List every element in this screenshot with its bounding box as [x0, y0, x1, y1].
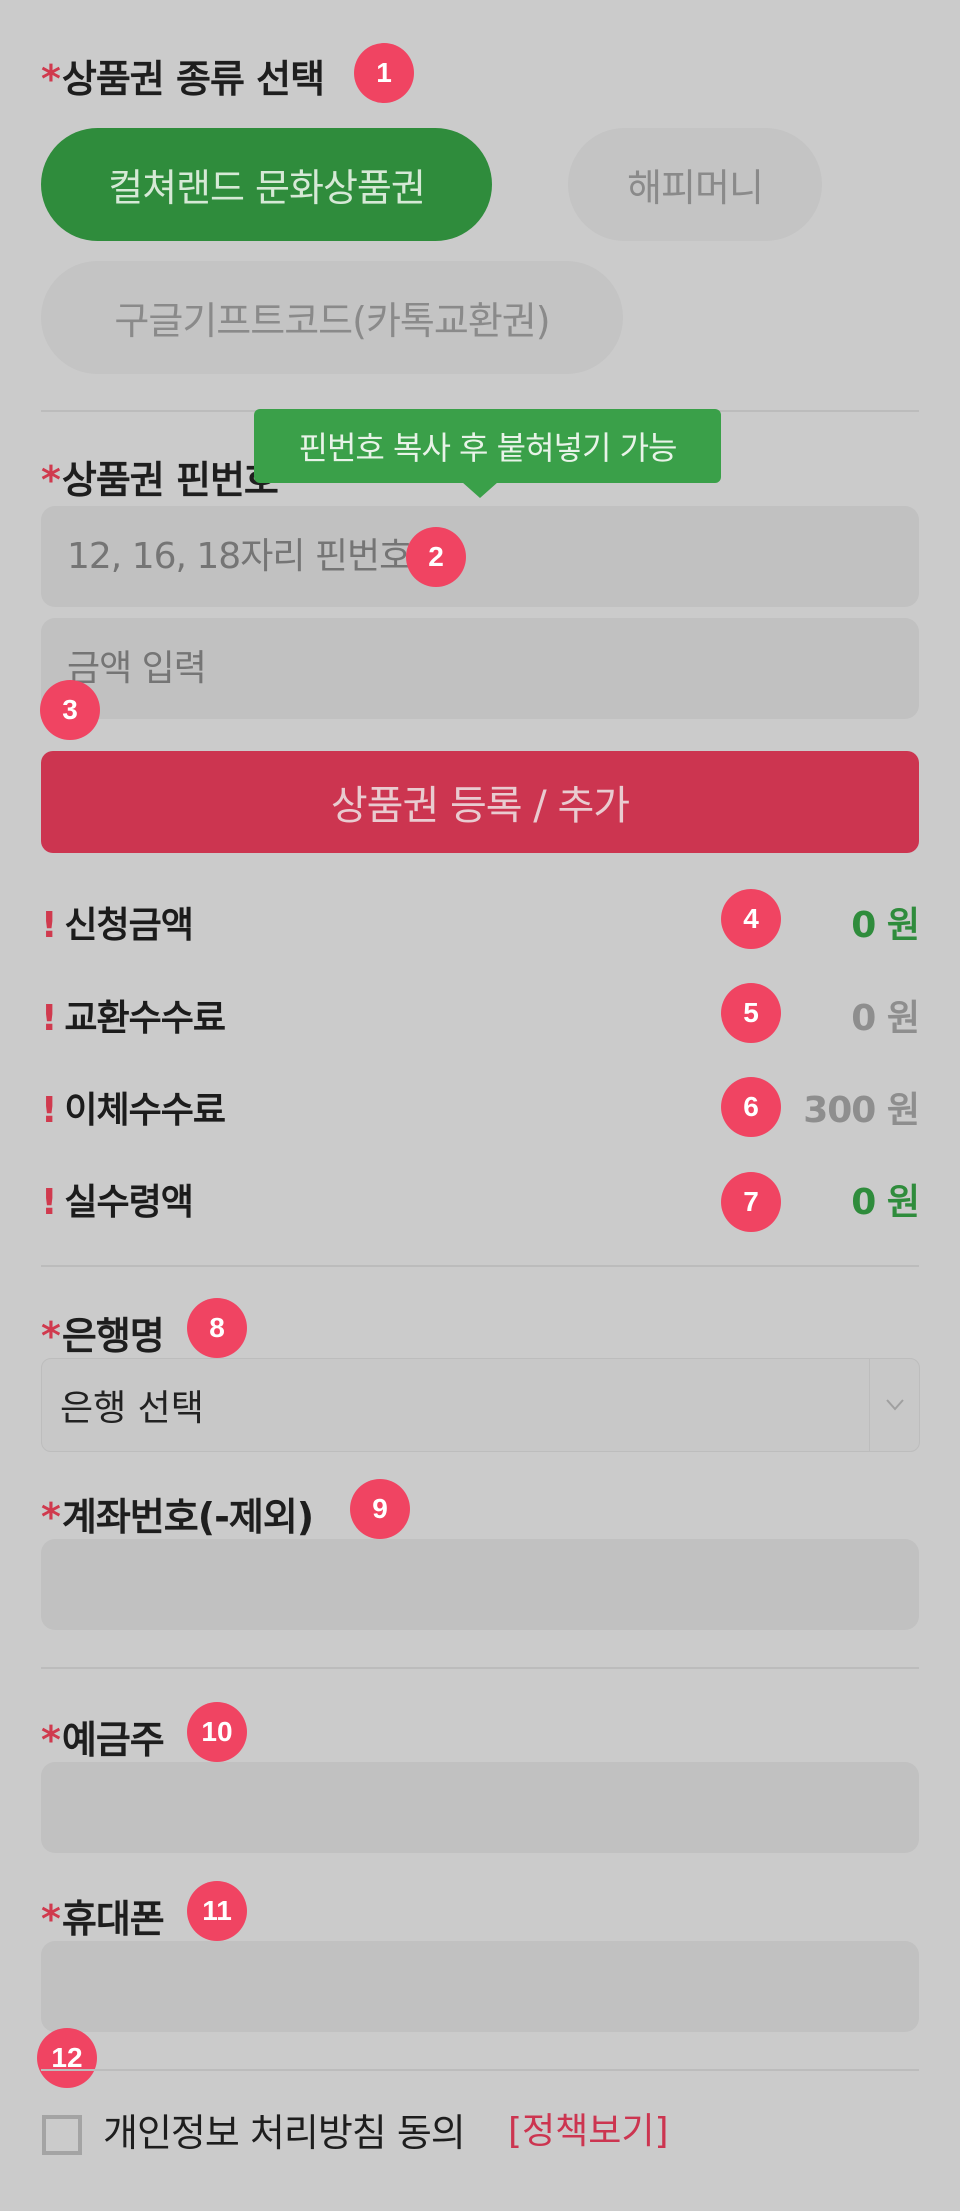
summary-value-request: 0 원	[851, 905, 920, 946]
holder-label: *예금주	[41, 1718, 165, 1762]
annotation-badge-8: 8	[187, 1298, 247, 1358]
option-happymoney[interactable]: 해피머니	[568, 128, 822, 241]
annotation-badge-6: 6	[721, 1077, 781, 1137]
privacy-agree-checkbox[interactable]	[42, 2115, 82, 2155]
annotation-badge-3: 3	[40, 680, 100, 740]
summary-label-net-amount: ! 실수령액	[41, 1182, 194, 1223]
pin-label: *상품권 핀번호	[41, 458, 279, 502]
summary-value-net-amount: 0 원	[851, 1182, 920, 1223]
chevron-down-icon[interactable]	[869, 1359, 919, 1451]
annotation-badge-11: 11	[187, 1881, 247, 1941]
register-voucher-button[interactable]: 상품권 등록 / 추가	[41, 751, 919, 853]
annotation-badge-1: 1	[354, 43, 414, 103]
holder-field[interactable]	[41, 1762, 919, 1853]
summary-value-transfer-fee: 300 원	[803, 1090, 920, 1131]
annotation-badge-12: 12	[37, 2028, 97, 2088]
annotation-badge-10: 10	[187, 1702, 247, 1762]
annotation-badge-9: 9	[350, 1479, 410, 1539]
summary-label-transfer-fee: ! 이체수수료	[41, 1090, 226, 1131]
pin-field[interactable]	[41, 506, 919, 607]
bank-select[interactable]: 은행 선택	[41, 1358, 920, 1452]
policy-view-link[interactable]: [정책보기]	[508, 2102, 669, 2154]
account-input[interactable]	[41, 1539, 919, 1630]
phone-label: *휴대폰	[41, 1897, 165, 1941]
phone-field[interactable]	[41, 1941, 919, 2032]
pin-input[interactable]	[41, 506, 919, 607]
amount-input[interactable]	[41, 618, 919, 719]
amount-field[interactable]	[41, 618, 919, 719]
annotation-badge-5: 5	[721, 983, 781, 1043]
annotation-badge-2: 2	[406, 527, 466, 587]
divider	[41, 1265, 919, 1267]
holder-input[interactable]	[41, 1762, 919, 1853]
privacy-agree-label[interactable]: 개인정보 처리방침 동의	[103, 2102, 466, 2157]
summary-label-request: ! 신청금액	[41, 905, 194, 946]
divider	[41, 1667, 919, 1669]
tooltip-arrow	[462, 482, 498, 498]
option-google-giftcode[interactable]: 구글기프트코드(카톡교환권)	[41, 261, 623, 374]
bank-label: *은행명	[41, 1314, 165, 1358]
phone-input[interactable]	[41, 1941, 919, 2032]
account-field[interactable]	[41, 1539, 919, 1630]
paste-tooltip: 핀번호 복사 후 붙혀넣기 가능	[254, 409, 721, 483]
account-label: *계좌번호(-제외)	[41, 1495, 314, 1539]
annotation-badge-7: 7	[721, 1172, 781, 1232]
annotation-badge-4: 4	[721, 889, 781, 949]
summary-value-exchange-fee: 0 원	[851, 998, 920, 1039]
option-cultureland[interactable]: 컬쳐랜드 문화상품권	[41, 128, 492, 241]
divider	[41, 2069, 919, 2071]
summary-label-exchange-fee: ! 교환수수료	[41, 998, 226, 1039]
bank-select-value: 은행 선택	[60, 1388, 204, 1429]
voucher-type-label: *상품권 종류 선택	[41, 57, 325, 101]
